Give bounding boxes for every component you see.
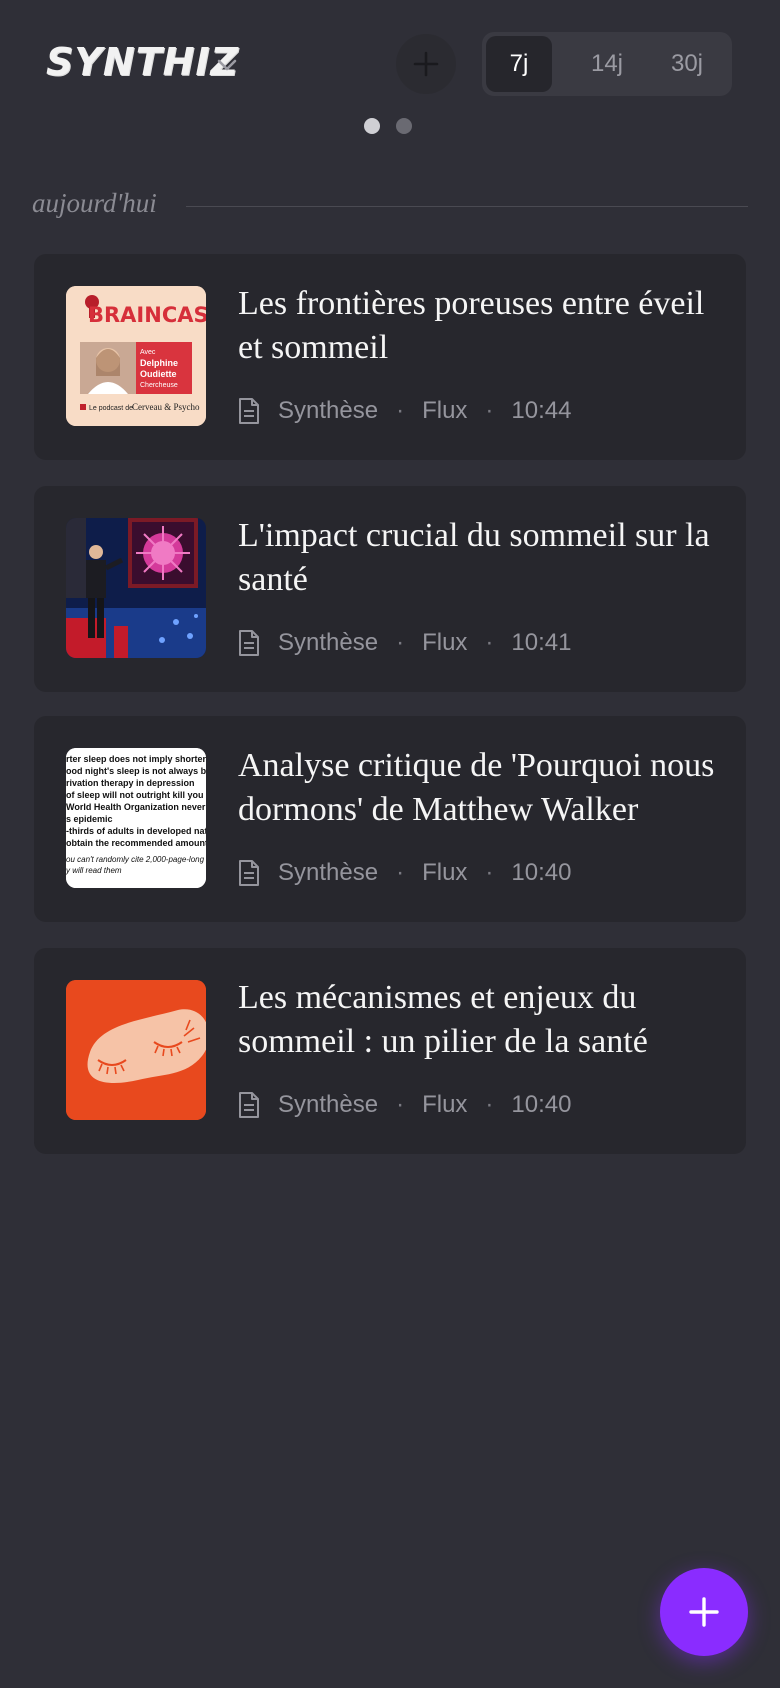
range-option-7j[interactable]: 7j [486, 36, 552, 92]
card-meta: Synthèse · Flux · 10:40 [238, 1088, 571, 1122]
feed-card[interactable]: rter sleep does not imply shorter li ood… [34, 716, 746, 922]
svg-text:Delphine: Delphine [140, 358, 178, 368]
section-divider [186, 206, 748, 207]
card-time: 10:40 [511, 859, 572, 886]
feed-card[interactable]: Les mécanismes et enjeux du sommeil : un… [34, 948, 746, 1154]
chevron-down-icon[interactable] [214, 52, 240, 78]
create-fab-button[interactable] [660, 1568, 748, 1656]
card-title: L'impact crucial du sommeil sur la santé [238, 517, 710, 598]
card-meta: Synthèse · Flux · 10:41 [238, 626, 571, 660]
card-title: Les mécanismes et enjeux du sommeil : un… [238, 979, 648, 1060]
card-thumbnail [66, 518, 206, 658]
feed-card[interactable]: BRAINCAST Avec Delphine Oudiette Cherche… [34, 254, 746, 460]
card-type: Synthèse [278, 859, 379, 886]
top-bar: SYNTHIZ 7j 14j 30j [0, 0, 780, 150]
plus-icon [413, 51, 439, 77]
card-type: Synthèse [278, 629, 379, 656]
card-type: Synthèse [278, 397, 379, 424]
fab-plus-icon [689, 1597, 719, 1627]
card-meta: Synthèse · Flux · 10:40 [238, 856, 571, 890]
text-excerpt-image: rter sleep does not imply shorter li ood… [66, 748, 206, 888]
svg-text:Cerveau & Psycho: Cerveau & Psycho [132, 402, 200, 412]
section-title: aujourd'hui [32, 188, 157, 218]
page-dot-active[interactable] [364, 118, 380, 134]
sleep-mask-illustration [66, 980, 206, 1120]
svg-text:Chercheuse: Chercheuse [140, 382, 178, 389]
card-source: Flux [422, 397, 468, 424]
svg-text:Le podcast de: Le podcast de [89, 405, 133, 412]
card-thumbnail: rter sleep does not imply shorter li ood… [66, 748, 206, 888]
card-source: Flux [422, 859, 468, 886]
range-option-30j[interactable]: 30j [654, 36, 720, 92]
card-source: Flux [422, 629, 468, 656]
thumb-brand: BRAINCAST [88, 303, 206, 327]
add-button[interactable] [396, 34, 456, 94]
card-meta: Synthèse · Flux · 10:44 [238, 394, 571, 428]
page-dot[interactable] [396, 118, 412, 134]
document-icon [239, 860, 259, 886]
app-logo[interactable]: SYNTHIZ [46, 40, 239, 84]
svg-text:Avec: Avec [140, 349, 156, 356]
range-option-14j[interactable]: 14j [574, 36, 640, 92]
card-thumbnail [66, 980, 206, 1120]
card-title: Analyse critique de 'Pourquoi nous dormo… [238, 747, 715, 828]
card-source: Flux [422, 1091, 468, 1118]
svg-text:Oudiette: Oudiette [140, 369, 177, 379]
talk-photo-image [66, 518, 206, 658]
document-icon [239, 630, 259, 656]
document-icon [239, 398, 259, 424]
card-time: 10:40 [511, 1091, 572, 1118]
card-type: Synthèse [278, 1091, 379, 1118]
date-range-selector: 7j 14j 30j [482, 32, 732, 96]
card-thumbnail: BRAINCAST Avec Delphine Oudiette Cherche… [66, 286, 206, 426]
document-icon [239, 1092, 259, 1118]
card-time: 10:44 [511, 397, 572, 424]
card-title: Les frontières poreuses entre éveil et s… [238, 285, 705, 366]
card-time: 10:41 [511, 629, 572, 656]
feed-card[interactable]: L'impact crucial du sommeil sur la santé… [34, 486, 746, 692]
podcast-cover-image: BRAINCAST Avec Delphine Oudiette Cherche… [66, 286, 206, 426]
